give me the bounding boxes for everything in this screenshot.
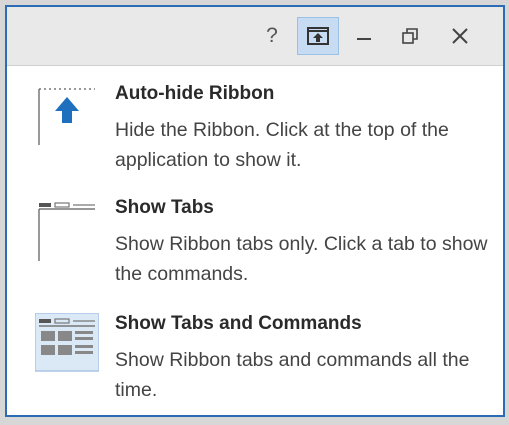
window-frame: ? Auto-hide Ribbon Hide the Ribbon. Clic… [0, 0, 509, 425]
ribbon-display-options-dialog: ? Auto-hide Ribbon Hide the Ribbon. Clic… [5, 5, 505, 417]
menu-item-show-tabs[interactable]: Show Tabs Show Ribbon tabs only. Click a… [7, 189, 503, 305]
auto-hide-ribbon-title: Auto-hide Ribbon [115, 83, 275, 104]
ribbon-display-options-button[interactable] [297, 17, 339, 55]
show-tabs-icon [38, 202, 95, 261]
show-tabs-and-commands-icon [35, 313, 99, 372]
question-mark-icon: ? [266, 24, 278, 47]
auto-hide-ribbon-description: Hide the Ribbon. Click at the top of the… [115, 119, 449, 171]
minimize-button[interactable] [343, 17, 385, 55]
help-button[interactable]: ? [251, 17, 293, 55]
show-tabs-description: Show Ribbon tabs only. Click a tab to sh… [115, 233, 488, 285]
restore-icon [402, 28, 418, 44]
menu-item-auto-hide-ribbon[interactable]: Auto-hide Ribbon Hide the Ribbon. Click … [7, 75, 503, 191]
title-bar: ? [7, 7, 503, 66]
close-button[interactable] [439, 17, 481, 55]
show-tabs-and-commands-title: Show Tabs and Commands [115, 313, 362, 334]
close-icon [452, 28, 468, 44]
menu-item-show-tabs-and-commands[interactable]: Show Tabs and Commands Show Ribbon tabs … [7, 305, 503, 415]
auto-hide-ribbon-icon [38, 88, 95, 145]
ribbon-options-menu: Auto-hide Ribbon Hide the Ribbon. Click … [7, 65, 503, 415]
ribbon-display-options-icon [307, 27, 329, 45]
show-tabs-and-commands-description: Show Ribbon tabs and commands all the ti… [115, 349, 470, 401]
minimize-icon [357, 38, 371, 40]
show-tabs-title: Show Tabs [115, 197, 214, 218]
restore-button[interactable] [389, 17, 431, 55]
